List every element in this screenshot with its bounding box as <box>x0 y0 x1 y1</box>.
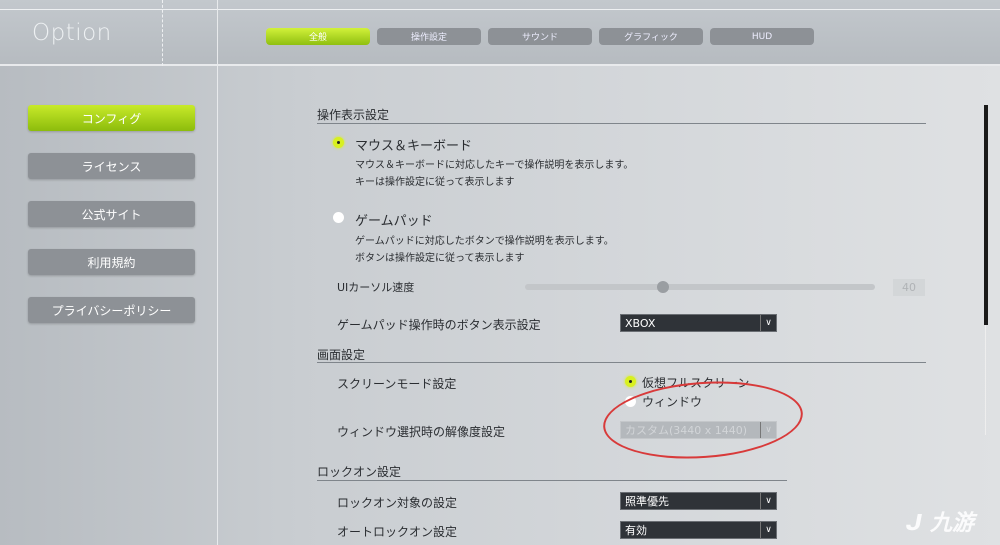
section-title: 画面設定 <box>317 348 366 362</box>
cursor-speed-slider[interactable] <box>525 281 875 293</box>
page-title: Option <box>32 20 112 46</box>
tab-bar: 全般 操作設定 サウンド グラフィック HUD <box>266 28 814 45</box>
divider <box>317 480 787 481</box>
section-title: ロックオン設定 <box>317 465 402 479</box>
slider-thumb[interactable] <box>656 281 669 293</box>
setting-label: スクリーンモード設定 <box>337 377 457 391</box>
slider-value: 40 <box>893 279 925 296</box>
red-annotation-circle <box>600 375 806 465</box>
radio-gamepad[interactable] <box>333 212 344 223</box>
tab-general[interactable]: 全般 <box>266 28 370 45</box>
dropdown-value: XBOX <box>625 316 656 330</box>
setting-label: ゲームパッド操作時のボタン表示設定 <box>337 318 541 332</box>
scrollbar[interactable] <box>984 105 988 325</box>
divider <box>0 9 1000 10</box>
tab-controls[interactable]: 操作設定 <box>377 28 481 45</box>
setting-label: ロックオン対象の設定 <box>337 496 458 510</box>
divider <box>317 123 926 124</box>
radio-label: マウス＆キーボード <box>355 139 473 154</box>
radio-mouse-keyboard[interactable] <box>333 137 344 148</box>
setting-label: ウィンドウ選択時の解像度設定 <box>337 425 506 439</box>
sidebar-item-terms[interactable]: 利用規約 <box>28 249 195 275</box>
setting-label: UIカーソル速度 <box>337 281 415 294</box>
divider <box>317 362 926 363</box>
sidebar-item-privacy[interactable]: プライバシーポリシー <box>28 297 195 323</box>
description: キーは操作設定に従って表示します <box>355 177 515 188</box>
divider <box>217 0 218 545</box>
chevron-down-icon: ∨ <box>760 493 776 509</box>
setting-label: オートロックオン設定 <box>337 525 458 539</box>
description: ゲームパッドに対応したボタンで操作説明を表示します。 <box>355 236 614 247</box>
tab-sound[interactable]: サウンド <box>488 28 592 45</box>
scrollbar-track <box>985 325 986 435</box>
radio-virtual-fullscreen[interactable] <box>625 376 636 387</box>
section-title: 操作表示設定 <box>317 108 390 122</box>
radio-label: ゲームパッド <box>355 214 433 229</box>
sidebar-item-config[interactable]: コンフィグ <box>28 105 195 131</box>
watermark-logo: ᒍ 九游 <box>906 511 975 536</box>
chevron-down-icon: ∨ <box>760 522 776 538</box>
sidebar: コンフィグ ライセンス 公式サイト 利用規約 プライバシーポリシー <box>28 105 195 323</box>
description: ボタンは操作設定に従って表示します <box>355 253 525 264</box>
button-display-dropdown[interactable]: XBOX ∨ <box>620 314 777 332</box>
divider <box>162 0 163 66</box>
tab-hud[interactable]: HUD <box>710 28 814 45</box>
tab-graphics[interactable]: グラフィック <box>599 28 703 45</box>
description: マウス＆キーボードに対応したキーで操作説明を表示します。 <box>355 160 634 171</box>
dropdown-value: 有効 <box>625 524 647 537</box>
sidebar-item-official-site[interactable]: 公式サイト <box>28 201 195 227</box>
sidebar-item-license[interactable]: ライセンス <box>28 153 195 179</box>
auto-lockon-dropdown[interactable]: 有効 ∨ <box>620 521 777 539</box>
dropdown-value: 照準優先 <box>625 495 669 508</box>
chevron-down-icon: ∨ <box>760 315 776 331</box>
lockon-target-dropdown[interactable]: 照準優先 ∨ <box>620 492 777 510</box>
